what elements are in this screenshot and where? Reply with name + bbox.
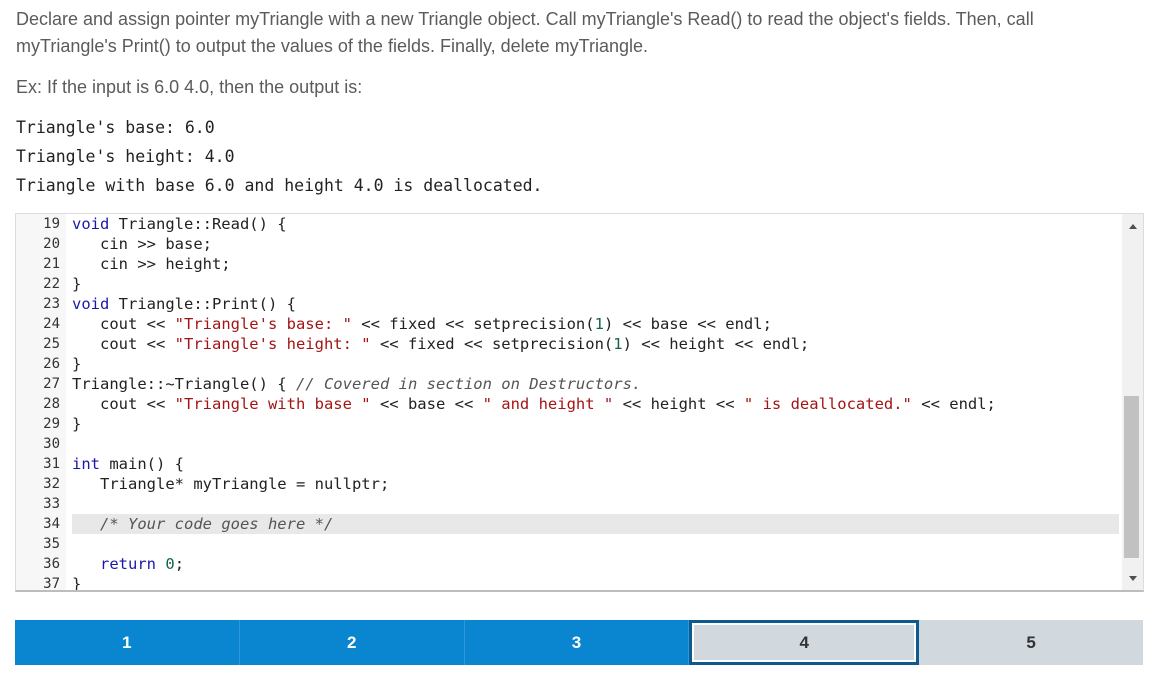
scrollbar-thumb[interactable] xyxy=(1124,396,1139,558)
line-number: 37 xyxy=(43,576,60,592)
code-line[interactable]: void Triangle::Read() { xyxy=(72,214,287,234)
line-number: 19 xyxy=(43,216,60,232)
line-number: 20 xyxy=(43,236,60,252)
progress-steps: 1 2 3 4 5 xyxy=(15,620,1143,665)
line-number: 34 xyxy=(43,516,60,532)
code-line[interactable]: } xyxy=(72,414,81,434)
line-number: 22 xyxy=(43,276,60,292)
example-output-line: Triangle with base 6.0 and height 4.0 is… xyxy=(16,176,543,195)
code-line[interactable]: return 0; xyxy=(72,554,184,574)
code-line[interactable]: void Triangle::Print() { xyxy=(72,294,296,314)
scroll-down-icon[interactable] xyxy=(1122,570,1143,586)
code-line[interactable]: cin >> base; xyxy=(72,234,212,254)
step-1[interactable]: 1 xyxy=(15,620,240,665)
code-editor[interactable]: 19 20 21 22 23 24 25 26 27 28 29 30 31 3… xyxy=(15,213,1144,592)
line-number: 31 xyxy=(43,456,60,472)
code-line[interactable]: } xyxy=(72,274,81,294)
line-number: 25 xyxy=(43,336,60,352)
example-intro: Ex: If the input is 6.0 4.0, then the ou… xyxy=(16,77,363,97)
line-number: 23 xyxy=(43,296,60,312)
code-line[interactable]: /* Your code goes here */ xyxy=(72,514,1119,534)
vertical-scrollbar[interactable] xyxy=(1122,214,1143,590)
step-5[interactable]: 5 xyxy=(919,620,1143,665)
step-4[interactable]: 4 xyxy=(689,620,920,665)
code-line[interactable]: } xyxy=(72,574,81,590)
example-output-line: Triangle's base: 6.0 xyxy=(16,118,215,137)
code-line[interactable]: cin >> height; xyxy=(72,254,231,274)
line-number: 36 xyxy=(43,556,60,572)
step-3[interactable]: 3 xyxy=(464,620,690,665)
line-number: 28 xyxy=(43,396,60,412)
step-2[interactable]: 2 xyxy=(239,620,465,665)
code-line[interactable]: cout << "Triangle with base " << base <<… xyxy=(72,394,996,414)
code-line[interactable]: cout << "Triangle's height: " << fixed <… xyxy=(72,334,809,354)
code-line[interactable]: Triangle* myTriangle = nullptr; xyxy=(72,474,389,494)
example-output-line: Triangle's height: 4.0 xyxy=(16,147,235,166)
code-line[interactable]: cout << "Triangle's base: " << fixed << … xyxy=(72,314,772,334)
instructions-paragraph: Declare and assign pointer myTriangle wi… xyxy=(16,9,1034,56)
line-number: 29 xyxy=(43,416,60,432)
line-number: 35 xyxy=(43,536,60,552)
line-number: 27 xyxy=(43,376,60,392)
line-number: 24 xyxy=(43,316,60,332)
line-number: 33 xyxy=(43,496,60,512)
code-line[interactable]: Triangle::~Triangle() { // Covered in se… xyxy=(72,374,641,394)
scroll-up-icon[interactable] xyxy=(1122,218,1143,234)
code-line[interactable]: int main() { xyxy=(72,454,184,474)
line-number-gutter: 19 20 21 22 23 24 25 26 27 28 29 30 31 3… xyxy=(16,214,66,590)
code-line[interactable]: } xyxy=(72,354,81,374)
line-number: 26 xyxy=(43,356,60,372)
line-number: 21 xyxy=(43,256,60,272)
line-number: 32 xyxy=(43,476,60,492)
line-number: 30 xyxy=(43,436,60,452)
